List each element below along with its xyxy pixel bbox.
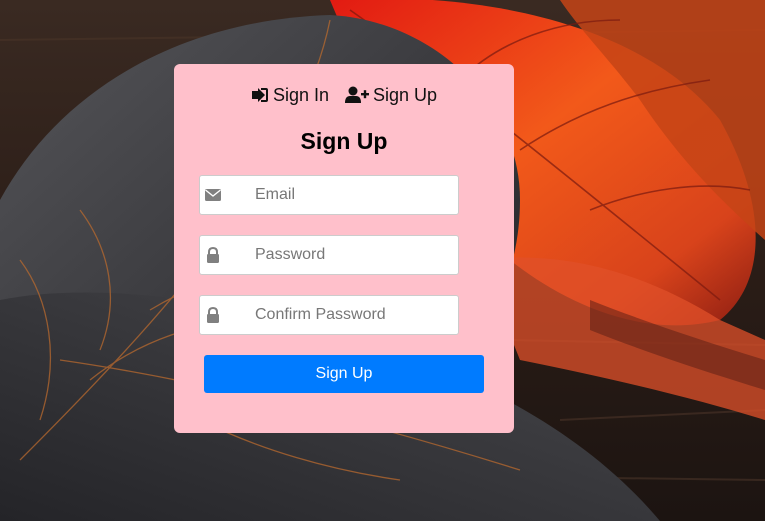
password-input[interactable] bbox=[255, 236, 450, 274]
email-field[interactable] bbox=[199, 175, 459, 215]
tab-sign-up-label: Sign Up bbox=[373, 84, 438, 105]
sign-up-button[interactable]: Sign Up bbox=[204, 355, 484, 393]
signup-card: Sign In Sign Up Sign Up Email Sign Up bbox=[174, 64, 514, 433]
tab-sign-in[interactable]: Sign In bbox=[251, 85, 329, 106]
email-input[interactable] bbox=[255, 176, 450, 214]
user-plus-icon bbox=[345, 86, 369, 104]
confirm-password-input[interactable] bbox=[255, 296, 450, 334]
lock-icon bbox=[205, 246, 221, 263]
form-title: Sign Up bbox=[300, 128, 388, 154]
tab-sign-up[interactable]: Sign Up bbox=[345, 85, 437, 106]
lock-icon bbox=[205, 306, 221, 323]
password-field[interactable] bbox=[199, 235, 459, 275]
envelope-icon bbox=[205, 187, 221, 203]
confirm-password-field[interactable] bbox=[199, 295, 459, 335]
sign-in-icon bbox=[251, 87, 269, 103]
auth-tabs: Sign In Sign Up bbox=[174, 83, 514, 107]
tab-sign-in-label: Sign In bbox=[272, 84, 329, 105]
